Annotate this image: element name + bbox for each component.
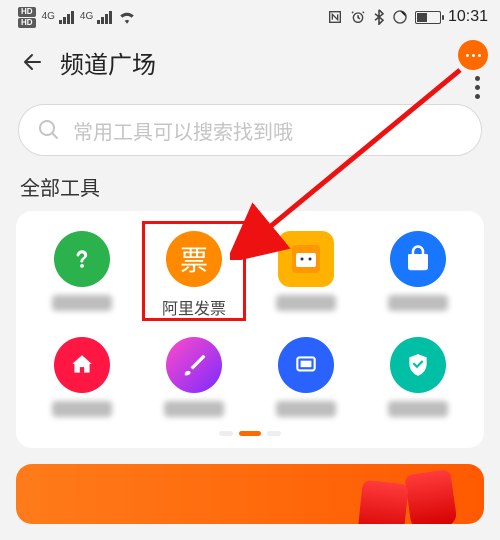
- overflow-menu-button[interactable]: [475, 76, 480, 99]
- invoice-icon: 票: [166, 231, 222, 287]
- tool-item[interactable]: [362, 337, 474, 417]
- home-icon: [54, 337, 110, 393]
- section-title: 全部工具: [0, 166, 500, 211]
- tool-label: [388, 295, 448, 311]
- tool-item[interactable]: [362, 231, 474, 315]
- tool-item[interactable]: [138, 337, 250, 417]
- hd-badge-2: HD: [18, 18, 36, 28]
- bluetooth-icon: [373, 9, 385, 25]
- app-header: 频道广场: [0, 34, 500, 90]
- tool-item[interactable]: [250, 337, 362, 417]
- signal-label-1: 4G: [42, 11, 55, 22]
- tool-item[interactable]: [26, 337, 138, 417]
- signal-label-2: 4G: [80, 11, 93, 22]
- tools-card: 票 阿里发票: [16, 211, 484, 448]
- page-indicator[interactable]: [26, 431, 474, 436]
- wifi-icon: [118, 10, 136, 24]
- tool-item[interactable]: [26, 231, 138, 315]
- back-button[interactable]: [14, 50, 50, 74]
- cat-icon: [278, 231, 334, 287]
- hd-badge-1: HD: [18, 7, 36, 17]
- shield-icon: [390, 337, 446, 393]
- nfc-icon: [327, 9, 343, 25]
- status-bar: HD HD 4G 4G 10:31: [0, 0, 500, 34]
- promo-banner[interactable]: [16, 464, 484, 524]
- signal-bars-2: [97, 11, 112, 24]
- tool-label: [52, 295, 112, 311]
- tool-label: [164, 401, 224, 417]
- tool-label: [276, 401, 336, 417]
- tool-label: 阿里发票: [162, 295, 226, 315]
- search-input[interactable]: 常用工具可以搜索找到哦: [18, 104, 482, 156]
- more-fab-button[interactable]: [458, 40, 488, 70]
- page-dot[interactable]: [219, 431, 233, 436]
- tool-item-invoice[interactable]: 票 阿里发票: [138, 231, 250, 315]
- status-time: 10:31: [448, 8, 488, 26]
- tool-item[interactable]: [250, 231, 362, 315]
- search-placeholder: 常用工具可以搜索找到哦: [73, 116, 293, 145]
- page-dot[interactable]: [267, 431, 281, 436]
- tool-label: [388, 401, 448, 417]
- search-icon: [37, 118, 61, 142]
- tool-label: [276, 295, 336, 311]
- signal-bars-1: [59, 11, 74, 24]
- tool-label: [52, 401, 112, 417]
- question-icon: [54, 231, 110, 287]
- bag-icon: [390, 231, 446, 287]
- page-dot-active[interactable]: [239, 431, 261, 436]
- data-saver-icon: [392, 9, 408, 25]
- alarm-icon: [350, 9, 366, 25]
- arrow-left-icon: [20, 50, 44, 74]
- page-title: 频道广场: [60, 45, 156, 80]
- brush-icon: [166, 337, 222, 393]
- battery-icon: [415, 11, 441, 24]
- screen-icon: [278, 337, 334, 393]
